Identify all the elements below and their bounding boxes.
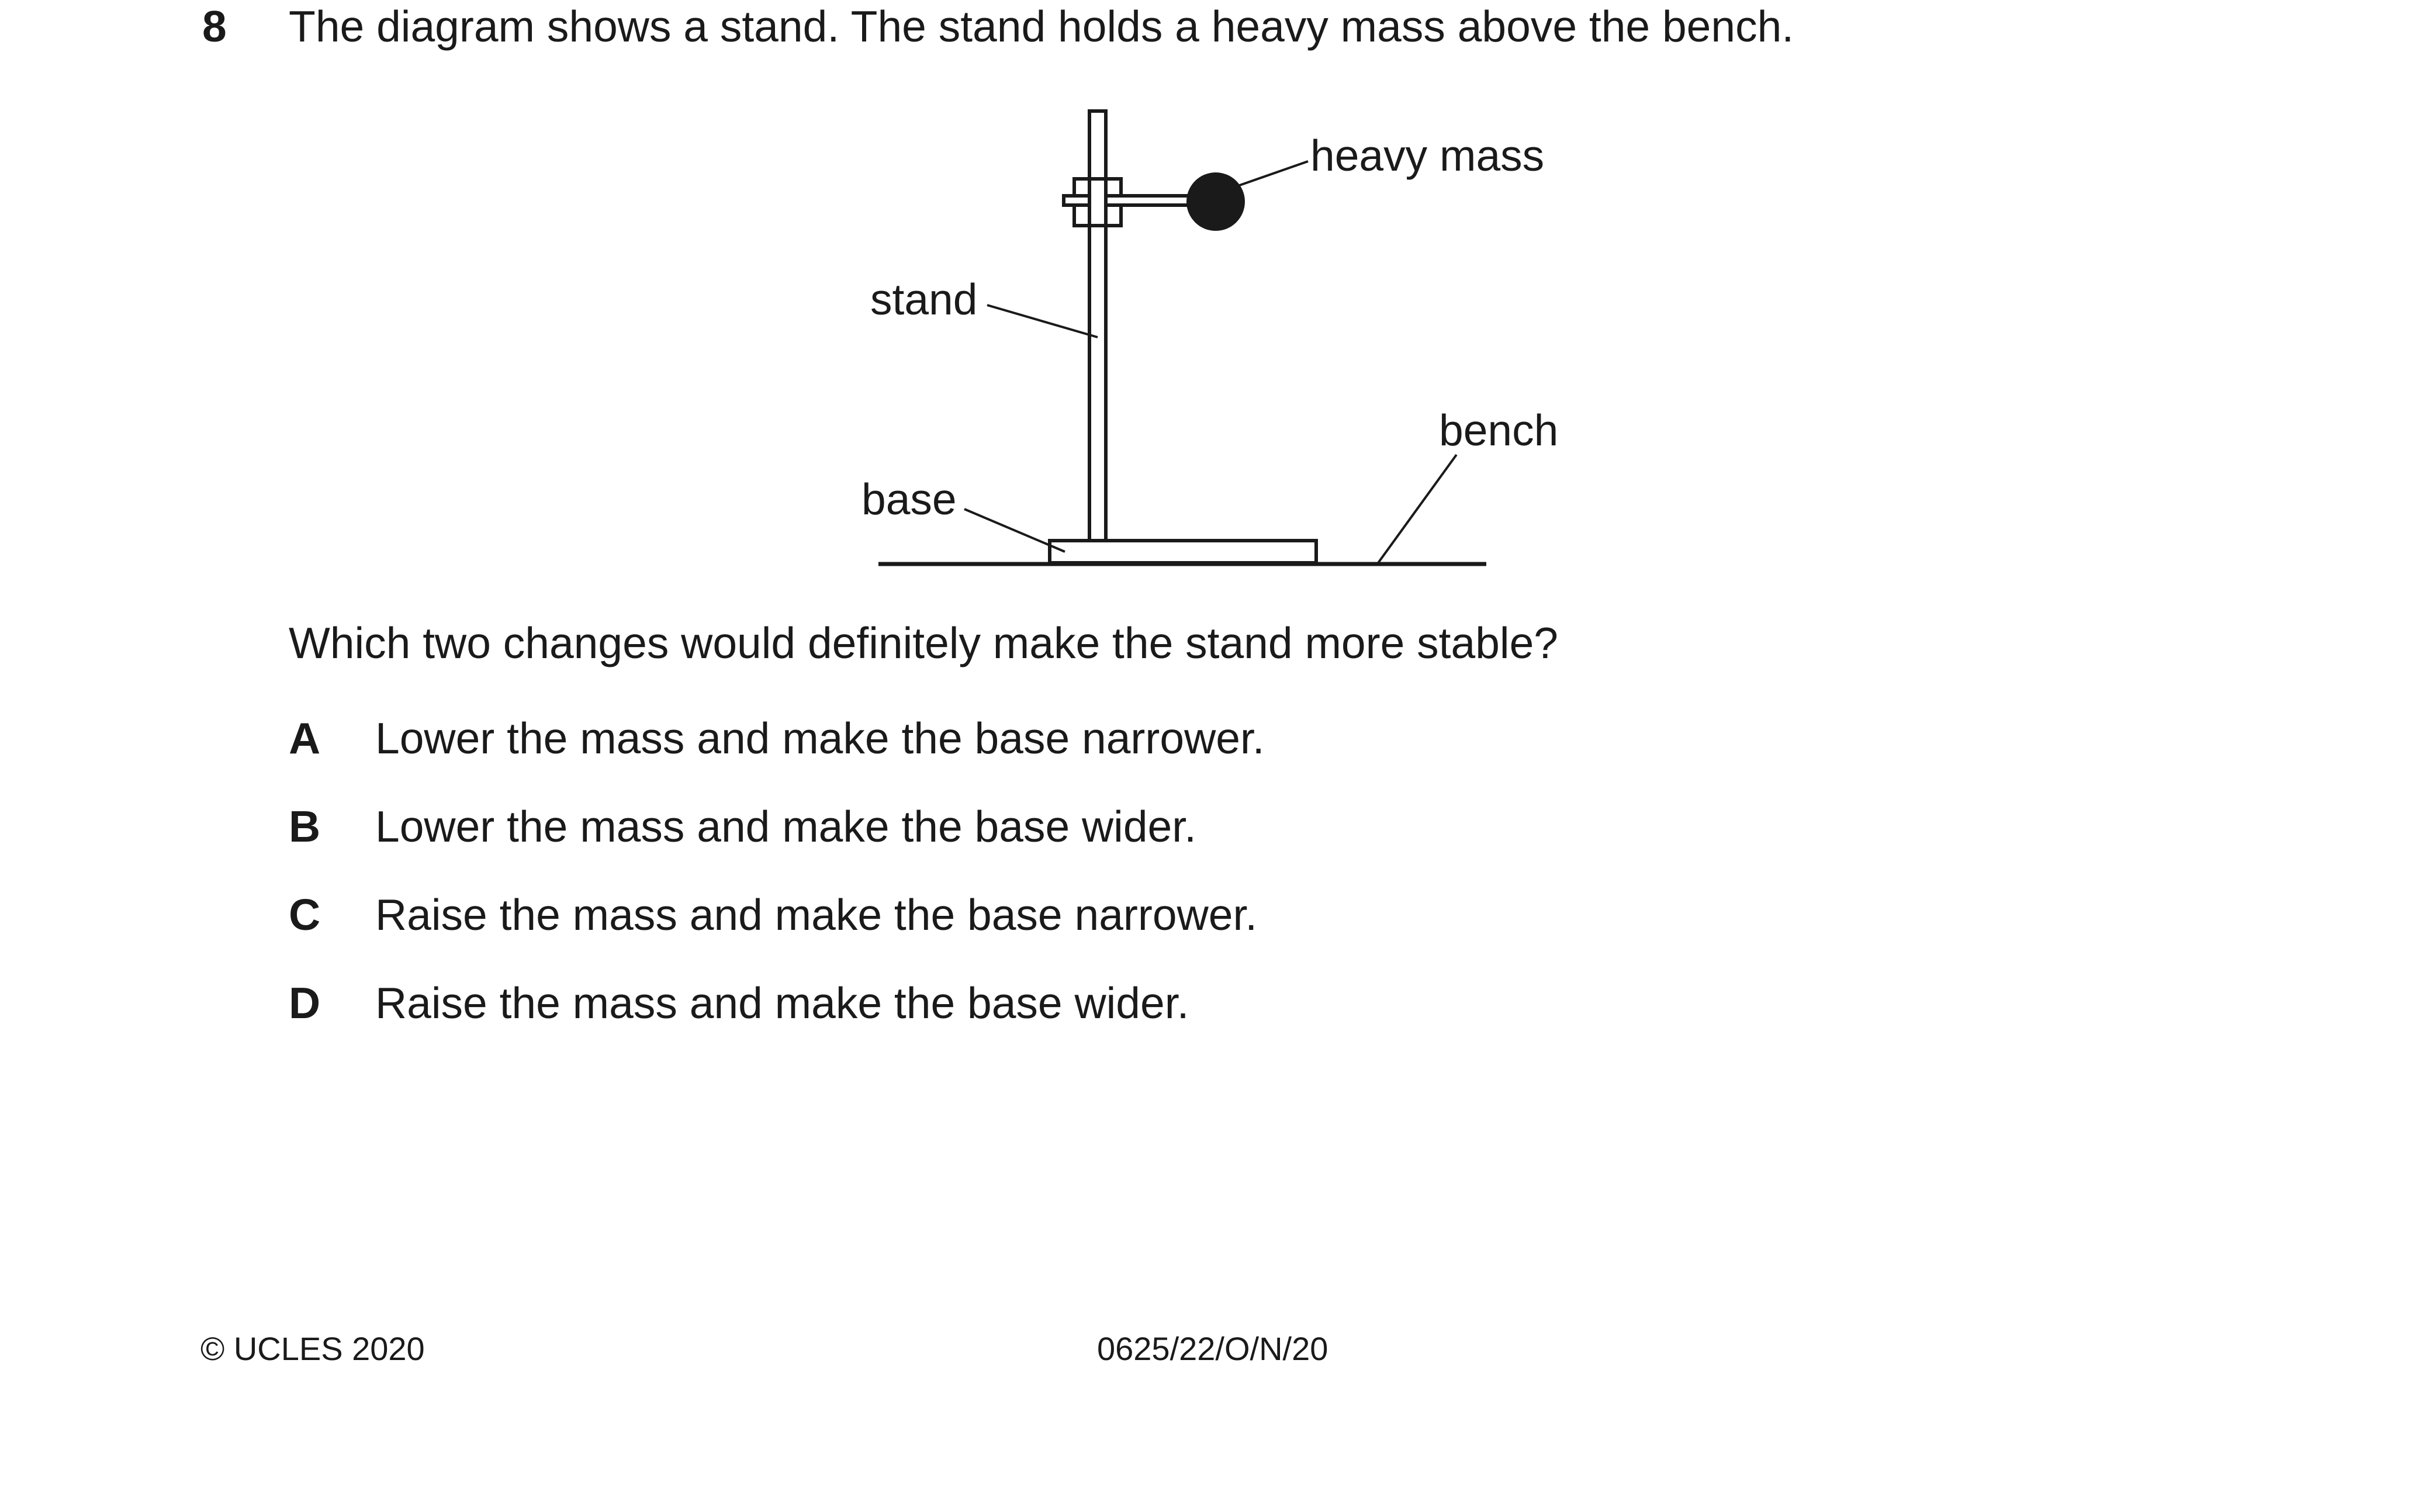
stand-label: stand: [870, 275, 977, 324]
option-letter: B: [289, 802, 321, 851]
heavy-mass-label: heavy mass: [1310, 131, 1544, 180]
option-letter: A: [289, 714, 321, 763]
stand-diagram: heavy mass stand base bench: [861, 109, 1558, 566]
option-text: Raise the mass and make the base wider.: [375, 978, 1189, 1027]
stand-leader: [987, 304, 1098, 338]
stand-base: [1048, 539, 1318, 565]
stand-rod: [1088, 109, 1108, 542]
base-leader: [964, 508, 1065, 553]
bench-leader: [1377, 454, 1458, 564]
footer-paper-code: 0625/22/O/N/20: [1097, 1330, 1328, 1367]
option-text: Lower the mass and make the base wider.: [375, 802, 1196, 851]
heavy-mass-ball: [1186, 172, 1245, 231]
question-prompt: Which two changes would definitely make …: [289, 618, 1558, 667]
exam-page: 8 The diagram shows a stand. The stand h…: [0, 0, 2415, 1512]
footer-copyright: © UCLES 2020: [200, 1330, 425, 1367]
option-text: Raise the mass and make the base narrowe…: [375, 890, 1258, 939]
option-text: Lower the mass and make the base narrowe…: [375, 714, 1265, 763]
heavy-mass-leader: [1237, 160, 1309, 187]
base-label: base: [861, 475, 957, 524]
option-letter: D: [289, 978, 321, 1027]
option-letter: C: [289, 890, 321, 939]
bench-label: bench: [1439, 406, 1558, 455]
clamp-arm: [1062, 194, 1200, 207]
